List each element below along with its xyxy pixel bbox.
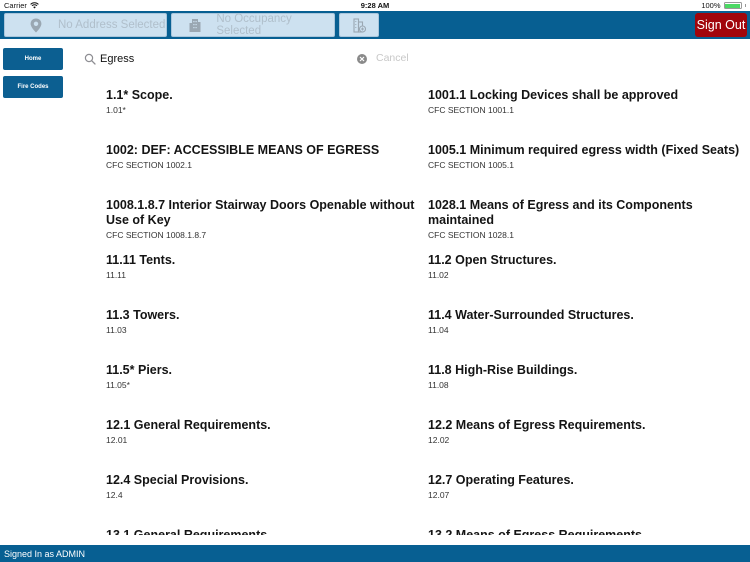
result-item[interactable]: 1.1* Scope. 1.01* (106, 88, 426, 116)
result-title: 13.1 General Requirements. (106, 528, 271, 535)
result-subtitle: 1.01* (106, 105, 126, 115)
battery-tip (744, 4, 746, 7)
result-title: 11.4 Water-Surrounded Structures. (428, 308, 634, 322)
search-bar: Cancel (80, 48, 420, 70)
clear-icon (359, 56, 365, 62)
result-item[interactable]: 1028.1 Means of Egress and its Component… (428, 198, 748, 241)
occupancy-selector-label: No Occupancy Selected (216, 13, 292, 37)
result-title: 11.2 Open Structures. (428, 253, 557, 267)
search-input[interactable] (100, 53, 340, 65)
result-title: 1.1* Scope. (106, 88, 173, 102)
battery-icon (723, 2, 742, 9)
search-icon (84, 53, 96, 65)
search-results: 1.1* Scope. 1.01* 1001.1 Locking Devices s… (0, 80, 750, 535)
map-pin-icon (29, 18, 43, 33)
sidebar-item-home[interactable]: Home (3, 48, 63, 70)
clock: 9:28 AM (360, 1, 390, 10)
result-title: 12.2 Means of Egress Requirements. (428, 418, 646, 432)
result-title: 1005.1 Minimum required egress width (Fi… (428, 143, 740, 157)
result-subtitle: 12.02 (428, 435, 450, 445)
result-title: 12.4 Special Provisions. (106, 473, 249, 487)
result-subtitle: 12.01 (106, 435, 128, 445)
result-subtitle: CFC SECTION 1008.1.8.7 (106, 230, 207, 240)
address-selector-label: No Address Selected (58, 19, 166, 31)
result-item[interactable]: 11.3 Towers. 11.03 (106, 308, 426, 336)
result-item[interactable]: 11.11 Tents. 11.11 (106, 253, 426, 281)
result-subtitle: CFC SECTION 1005.1 (428, 160, 514, 170)
result-item[interactable]: 11.5* Piers. 11.05* (106, 363, 426, 391)
result-subtitle: 11.03 (106, 325, 127, 335)
result-title: 12.1 General Requirements. (106, 418, 271, 432)
result-item[interactable]: 1001.1 Locking Devices shall be approved… (428, 88, 748, 116)
result-item[interactable]: 1008.1.8.7 Interior Stairway Doors Opena… (106, 198, 426, 241)
building-icon (188, 18, 201, 32)
result-subtitle: 11.02 (428, 270, 449, 280)
result-item[interactable]: 11.4 Water-Surrounded Structures. 11.04 (428, 308, 748, 336)
result-title: 1002: DEF: ACCESSIBLE MEANS OF EGRESS (106, 143, 380, 157)
result-title: 13.2 Means of Egress Requirements. (428, 528, 646, 535)
result-title: 1028.1 Means of Egress and its Component… (428, 198, 693, 227)
result-item[interactable]: 1002: DEF: ACCESSIBLE MEANS OF EGRESS CFC… (106, 143, 426, 171)
result-item[interactable]: 12.1 General Requirements. 12.01 (106, 418, 426, 446)
result-title: 11.3 Towers. (106, 308, 180, 322)
result-title: 1001.1 Locking Devices shall be approved (428, 88, 679, 102)
result-subtitle: 11.08 (428, 380, 449, 390)
result-item[interactable]: 11.8 High-Rise Buildings. 11.08 (428, 363, 748, 391)
result-subtitle: CFC SECTION 1001.1 (428, 105, 514, 115)
signed-in-status: Signed In as ADMIN (4, 548, 86, 559)
result-title: 11.5* Piers. (106, 363, 173, 377)
result-title: 12.7 Operating Features. (428, 473, 574, 487)
result-subtitle: 11.11 (106, 270, 127, 280)
result-title: 11.8 High-Rise Buildings. (428, 363, 578, 377)
result-item[interactable]: 12.7 Operating Features. 12.07 (428, 473, 748, 501)
result-item[interactable]: 1005.1 Minimum required egress width (Fi… (428, 143, 748, 171)
result-item[interactable]: 13.1 General Requirements. (106, 528, 426, 535)
result-item[interactable]: 13.2 Means of Egress Requirements. (428, 528, 748, 535)
status-bar: Carrier 9:28 AM 100% (0, 0, 750, 11)
footer-bar: Signed In as ADMIN (0, 545, 750, 562)
occupancy-selector[interactable]: No Occupancy Selected (171, 13, 335, 37)
result-subtitle: CFC SECTION 1028.1 (428, 230, 514, 240)
result-subtitle: 11.05* (106, 380, 130, 390)
clear-search-button[interactable] (357, 54, 367, 64)
battery-percent: 100% (701, 1, 721, 10)
top-bar: No Address Selected No Occupancy Selecte… (0, 11, 750, 39)
result-item[interactable]: 12.4 Special Provisions. 12.4 (106, 473, 426, 501)
address-selector[interactable]: No Address Selected (4, 13, 167, 37)
result-subtitle: CFC SECTION 1002.1 (106, 160, 192, 170)
result-subtitle: 12.4 (106, 490, 123, 500)
result-title: 11.11 Tents. (106, 253, 176, 267)
result-item[interactable]: 12.2 Means of Egress Requirements. 12.02 (428, 418, 748, 446)
result-title: 1008.1.8.7 Interior Stairway Doors Opena… (106, 198, 415, 227)
building-add-button[interactable] (339, 13, 379, 37)
result-subtitle: 12.07 (428, 490, 450, 500)
cancel-button[interactable]: Cancel (376, 52, 409, 64)
battery-indicator: 100% (701, 1, 746, 10)
sign-out-button[interactable]: Sign Out (695, 13, 747, 37)
result-item[interactable]: 11.2 Open Structures. 11.02 (428, 253, 748, 281)
result-subtitle: 11.04 (428, 325, 449, 335)
building-add-icon (352, 17, 366, 33)
